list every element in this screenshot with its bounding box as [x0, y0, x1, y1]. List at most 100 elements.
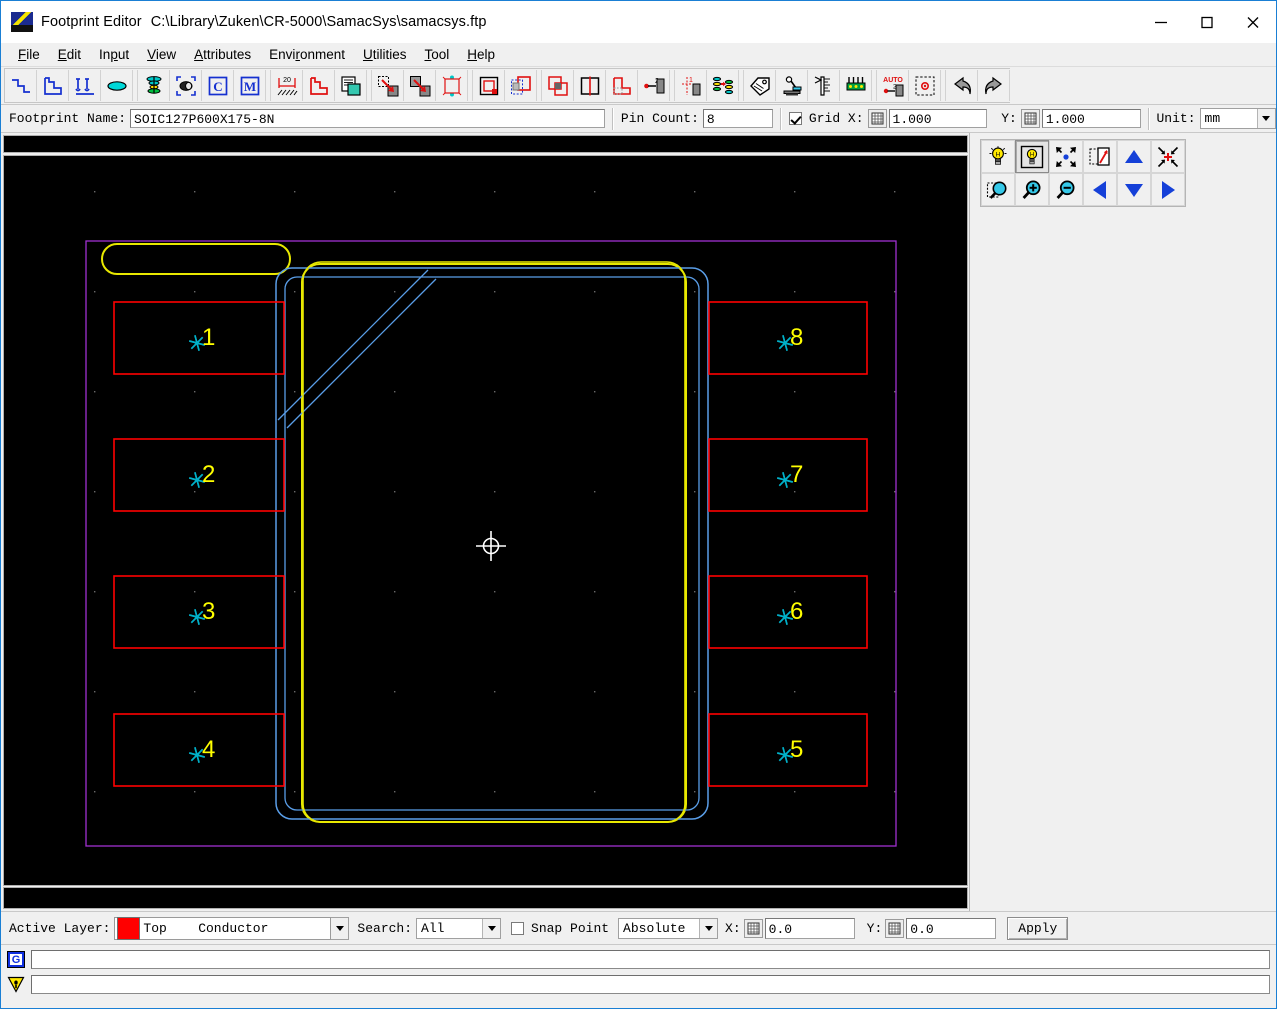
toolbar-button-draw-line[interactable] [5, 70, 37, 101]
toolbar-button-draw-polygon[interactable] [37, 70, 69, 101]
menu-item-utilities[interactable]: Utilities [354, 45, 416, 64]
menu-item-help[interactable]: Help [458, 45, 504, 64]
grid-y-label: Y: [1001, 111, 1017, 126]
grid-enable-checkbox[interactable] [788, 112, 802, 125]
command-g-icon: G [5, 950, 27, 970]
toolbar-button-pin-number[interactable]: 2 [638, 70, 670, 101]
toolbar-button-inspect[interactable] [776, 70, 808, 101]
menu-item-attributes[interactable]: Attributes [185, 45, 260, 64]
pad-1[interactable]: 1 [113, 301, 285, 375]
redo-icon [983, 75, 1005, 97]
nav-button-pan-down[interactable] [1117, 173, 1151, 206]
footprint-editor-window: Footprint Editor C:\Library\Zuken\CR-500… [0, 0, 1277, 1009]
pad-4[interactable]: 4 [113, 713, 285, 787]
nav-button-zoom-window[interactable] [981, 173, 1015, 206]
close-button[interactable] [1230, 1, 1276, 43]
toolbar-button-select-area[interactable] [505, 70, 537, 101]
toolbar-button-layer-swap[interactable] [707, 70, 739, 101]
nav-button-zoom-out[interactable] [1049, 173, 1083, 206]
grid-y-picker-icon[interactable] [1020, 109, 1040, 128]
apply-button[interactable]: Apply [1007, 916, 1069, 940]
toolbar-button-duplicate-shape[interactable] [542, 70, 574, 101]
command-input-general[interactable] [31, 950, 1270, 969]
origin-icon [914, 75, 936, 97]
coord-x-picker-icon[interactable] [743, 918, 763, 938]
place-via-icon [175, 75, 197, 97]
toolbar-button-place-via[interactable] [170, 70, 202, 101]
toolbar-button-place-text[interactable] [69, 70, 101, 101]
minimize-button[interactable] [1138, 1, 1184, 43]
pad-outline [113, 438, 285, 512]
pad-7[interactable]: 7 [708, 438, 868, 512]
svg-text:G: G [12, 954, 21, 966]
snap-point-checkbox[interactable] [511, 921, 525, 935]
maximize-button[interactable] [1184, 1, 1230, 43]
toolbar-button-copy-layer[interactable] [335, 70, 367, 101]
pad-5[interactable]: 5 [708, 713, 868, 787]
menu-item-input[interactable]: Input [90, 45, 138, 64]
active-layer-name: Top [143, 920, 167, 936]
svg-text:C: C [213, 79, 222, 94]
toolbar-button-redo[interactable] [978, 70, 1010, 101]
toolbar-button-pin-order[interactable]: 1 [675, 70, 707, 101]
unit-label: Unit: [1156, 111, 1196, 126]
menu-item-tool[interactable]: Tool [415, 45, 458, 64]
menu-item-file[interactable]: File [9, 45, 49, 64]
footprint-name-input[interactable]: SOIC127P600X175-8N [130, 109, 605, 128]
menu-item-environment[interactable]: Environment [260, 45, 354, 64]
toolbar-button-place-pad-stack[interactable] [138, 70, 170, 101]
toolbar-button-corner-shape[interactable] [606, 70, 638, 101]
grid-x-picker-icon[interactable] [867, 109, 887, 128]
toolbar-button-origin[interactable] [909, 70, 941, 101]
nav-button-zoom-center[interactable] [1151, 140, 1185, 173]
coord-mode-select[interactable]: Absolute [618, 917, 719, 939]
pad-outline [708, 438, 868, 512]
pad-3[interactable]: 3 [113, 575, 285, 649]
active-layer-chevron-down-icon[interactable] [331, 916, 350, 940]
grid-x-input[interactable]: 1.000 [888, 109, 988, 128]
nav-button-highlight-on[interactable]: H [981, 140, 1015, 173]
toolbar-button-tag-property[interactable] [744, 70, 776, 101]
search-select[interactable]: All [416, 917, 502, 939]
pad-outline [708, 575, 868, 649]
move-object-icon [377, 75, 399, 97]
coord-x-input[interactable]: 0.0 [764, 917, 855, 939]
nav-button-zoom-in[interactable] [1015, 173, 1049, 206]
toolbar-button-align-shape[interactable] [473, 70, 505, 101]
coord-y-input[interactable]: 0.0 [906, 917, 997, 939]
active-layer-select[interactable]: Top Conductor [114, 916, 332, 940]
toolbar-button-mirror-shape[interactable] [436, 70, 468, 101]
pin-count-input[interactable]: 8 [702, 109, 773, 128]
toolbar-button-draw-ellipse[interactable] [101, 70, 133, 101]
nav-button-zoom-area[interactable] [1083, 140, 1117, 173]
command-input-warning[interactable] [31, 975, 1270, 994]
toolbar-button-auto-number[interactable]: AUTO 2 [877, 70, 909, 101]
toolbar-button-split-shape[interactable] [574, 70, 606, 101]
status-bar: Active Layer: Top Conductor Search: All … [1, 911, 1276, 945]
pad-6[interactable]: 6 [708, 575, 868, 649]
pad-8[interactable]: 8 [708, 301, 868, 375]
grid-y-input[interactable]: 1.000 [1041, 109, 1141, 128]
nav-button-highlight-off[interactable]: H [1015, 140, 1049, 173]
nav-button-zoom-extents[interactable] [1049, 140, 1083, 173]
menu-item-view[interactable]: View [138, 45, 185, 64]
toolbar-button-component-m[interactable]: M [234, 70, 266, 101]
pad-2[interactable]: 2 [113, 438, 285, 512]
pin-count-label: Pin Count: [620, 111, 699, 126]
nav-button-pan-up[interactable] [1117, 140, 1151, 173]
footprint-canvas[interactable]: 1 2 3 4 5 6 7 8 [3, 155, 968, 886]
toolbar-button-copy-object[interactable] [404, 70, 436, 101]
nav-button-pan-left[interactable] [1083, 173, 1117, 206]
coord-y-picker-icon[interactable] [885, 918, 905, 938]
toolbar-button-dimension[interactable]: 20 [271, 70, 303, 101]
toolbar-button-measure[interactable] [808, 70, 840, 101]
toolbar-button-component-c[interactable]: C [202, 70, 234, 101]
unit-select[interactable]: mm [1199, 108, 1276, 129]
nav-row-top: H H [981, 140, 1185, 173]
toolbar-button-pin-array[interactable] [840, 70, 872, 101]
toolbar-button-move-object[interactable] [372, 70, 404, 101]
nav-button-pan-right[interactable] [1151, 173, 1185, 206]
menu-item-edit[interactable]: Edit [49, 45, 90, 64]
toolbar-button-outline-area[interactable] [303, 70, 335, 101]
toolbar-button-undo[interactable] [946, 70, 978, 101]
